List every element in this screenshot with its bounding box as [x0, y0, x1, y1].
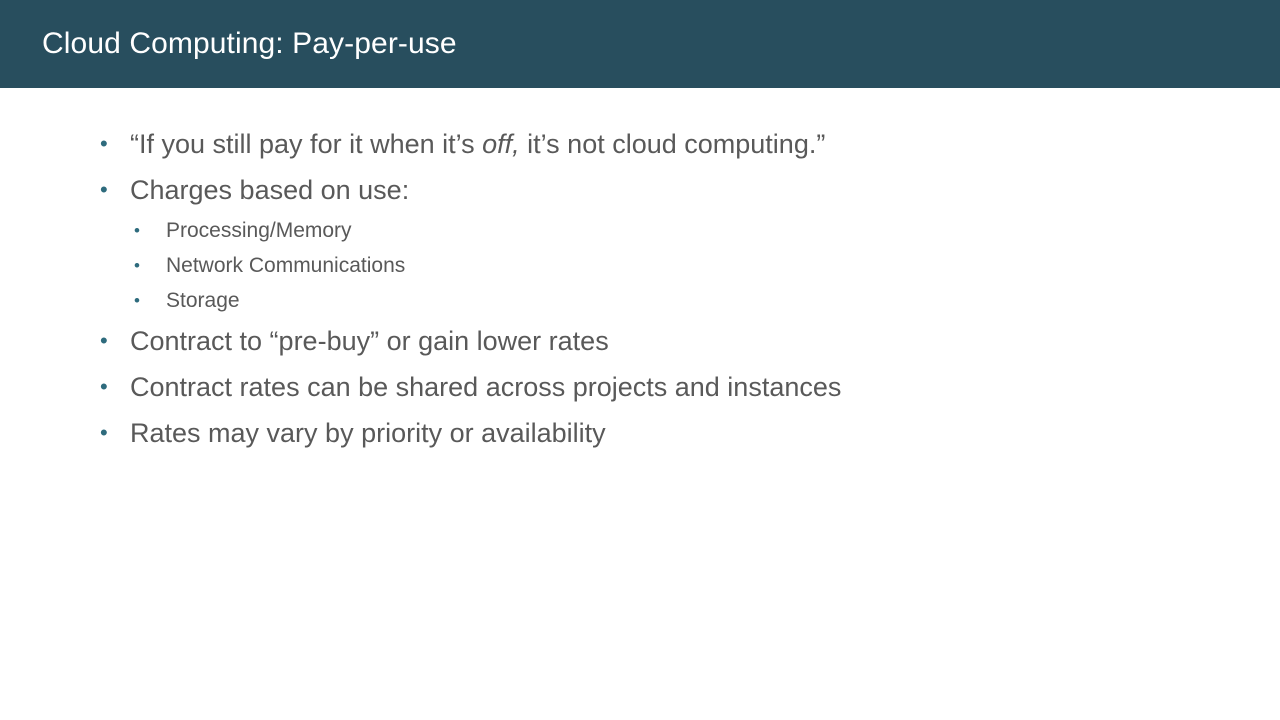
list-item: • Contract to “pre-buy” or gain lower ra… [96, 318, 1216, 364]
sub-bullet-list: • Processing/Memory • Network Communicat… [96, 213, 1216, 318]
bullet-marker-icon: • [100, 328, 108, 353]
bullet-marker-icon: • [134, 221, 140, 240]
bullet-text-part: “If you still pay for it when it’s [130, 129, 483, 159]
bullet-text: Contract to “pre-buy” or gain lower rate… [130, 326, 609, 356]
bullet-marker-icon: • [100, 420, 108, 445]
bullet-text: “If you still pay for it when it’s off, … [130, 129, 825, 159]
sub-bullet-text: Network Communications [166, 254, 406, 277]
bullet-text: Rates may vary by priority or availabili… [130, 418, 606, 448]
bullet-marker-icon: • [100, 374, 108, 399]
bullet-text-part: it’s not cloud computing.” [519, 129, 826, 159]
bullet-list: • “If you still pay for it when it’s off… [96, 121, 1216, 456]
list-item: • Storage [130, 283, 1216, 318]
bullet-marker-icon: • [100, 131, 108, 156]
list-item: • Rates may vary by priority or availabi… [96, 410, 1216, 456]
bullet-text: Contract rates can be shared across proj… [130, 372, 842, 402]
bullet-text: Charges based on use: [130, 175, 410, 205]
bullet-text-italic: off, [482, 129, 520, 159]
list-item: • “If you still pay for it when it’s off… [96, 121, 1216, 167]
list-item: • Network Communications [130, 248, 1216, 283]
list-item: • Charges based on use: [96, 167, 1216, 213]
sub-bullet-text: Storage [166, 289, 240, 312]
sub-bullet-text: Processing/Memory [166, 219, 352, 242]
slide-title-bar: Cloud Computing: Pay-per-use [0, 0, 1280, 88]
list-item: • Processing/Memory [130, 213, 1216, 248]
bullet-marker-icon: • [134, 291, 140, 310]
list-item: • Contract rates can be shared across pr… [96, 364, 1216, 410]
slide: Cloud Computing: Pay-per-use • “If you s… [0, 0, 1280, 720]
slide-body: • “If you still pay for it when it’s off… [0, 88, 1280, 720]
slide-title: Cloud Computing: Pay-per-use [42, 27, 457, 60]
bullet-marker-icon: • [100, 177, 108, 202]
bullet-marker-icon: • [134, 256, 140, 275]
